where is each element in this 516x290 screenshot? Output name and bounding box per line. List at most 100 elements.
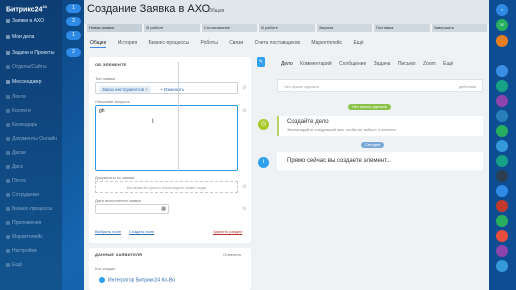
counter-badge[interactable]: 1 bbox=[66, 31, 81, 40]
stage-item[interactable]: Согласование bbox=[201, 24, 258, 32]
stage-item[interactable]: Поставка bbox=[374, 24, 430, 32]
file-dropzone[interactable]: Вы можете просто перетащить файл сюда bbox=[95, 181, 238, 193]
stage-item[interactable]: Закупка bbox=[316, 24, 373, 32]
menu-icon bbox=[6, 164, 10, 169]
rail-avatar[interactable] bbox=[496, 155, 508, 167]
counter-badge[interactable]: 3 bbox=[66, 17, 81, 26]
sidebar-item-docs-online[interactable]: Документы Онлайн bbox=[6, 135, 62, 144]
rail-avatar[interactable] bbox=[496, 125, 508, 137]
gear-icon[interactable]: ⚙ bbox=[242, 108, 246, 114]
create-activity-card[interactable]: Создайте дело Запланируйте следующий шаг… bbox=[277, 116, 483, 136]
sidebar-item-apps[interactable]: Приложения bbox=[6, 219, 62, 228]
type-tag: Заказ инструментов × bbox=[99, 86, 151, 93]
brand-logo[interactable]: Битрикс2424 bbox=[6, 4, 47, 13]
rail-avatar[interactable] bbox=[496, 110, 508, 122]
tag-remove-icon[interactable]: × bbox=[145, 87, 148, 92]
gear-icon[interactable]: ⚙ bbox=[242, 206, 246, 212]
activity-input[interactable]: Что нужно сделать действия bbox=[277, 79, 483, 92]
tab-general[interactable]: Общее bbox=[90, 40, 107, 48]
choose-field-link[interactable]: Выбрать поле bbox=[95, 229, 121, 234]
timeline-tab-zoom[interactable]: Zoom bbox=[423, 61, 436, 67]
rail-avatar[interactable] bbox=[496, 35, 508, 47]
rail-notify-icon[interactable]: ☏ bbox=[496, 19, 508, 31]
tab-history[interactable]: История bbox=[118, 40, 137, 46]
sidebar-item-messenger[interactable]: Мессенджер bbox=[6, 78, 62, 87]
tab-marketplace[interactable]: Маркетплейс bbox=[311, 40, 342, 46]
date-label: Дата выполнения заявки bbox=[95, 198, 142, 203]
timeline-tab-email[interactable]: Письмо bbox=[398, 61, 416, 67]
menu-icon bbox=[6, 178, 10, 183]
timeline-tab-message[interactable]: Сообщение bbox=[339, 61, 366, 67]
rail-avatar[interactable] bbox=[496, 95, 508, 107]
date-field[interactable]: ▦ bbox=[95, 204, 169, 214]
change-link[interactable]: + Изменить bbox=[160, 86, 184, 93]
timeline-tabs: Дело Комментарий Сообщение Задача Письмо… bbox=[281, 61, 459, 67]
timeline-tab-activity[interactable]: Дело bbox=[281, 61, 293, 67]
description-textarea[interactable]: gh I bbox=[95, 105, 238, 171]
stage-item[interactable]: Завершить bbox=[431, 24, 487, 32]
stage-item[interactable]: В работе bbox=[259, 24, 315, 32]
right-rail: ⌕ ☏ bbox=[489, 0, 516, 290]
text-cursor-icon: I bbox=[152, 119, 154, 125]
stage-item[interactable]: Новая заявка bbox=[87, 24, 143, 32]
sidebar-item-colleagues[interactable]: Коллеги bbox=[6, 107, 62, 116]
rail-avatar[interactable] bbox=[496, 80, 508, 92]
sidebar-item-mail[interactable]: Почта bbox=[6, 177, 62, 186]
rail-avatar[interactable] bbox=[496, 215, 508, 227]
rail-avatar[interactable] bbox=[496, 140, 508, 152]
type-field[interactable]: Заказ инструментов × + Изменить bbox=[95, 82, 238, 94]
tab-links[interactable]: Связи bbox=[229, 40, 243, 46]
sidebar-item-disks[interactable]: Диски bbox=[6, 149, 62, 158]
sidebar-item-calendar[interactable]: Календарь bbox=[6, 121, 62, 130]
tab-supplier-invoices[interactable]: Счета поставщиков bbox=[255, 40, 300, 46]
rail-avatar[interactable] bbox=[496, 185, 508, 197]
gear-icon[interactable]: ⚙ bbox=[242, 85, 246, 91]
sidebar-item-bizproc[interactable]: Бизнес-процессы bbox=[6, 205, 62, 214]
tab-robots[interactable]: Роботы bbox=[200, 40, 217, 46]
timeline-tab-task[interactable]: Задача bbox=[374, 61, 391, 67]
tab-more[interactable]: Ещё bbox=[353, 40, 363, 46]
sidebar-item-projects[interactable]: Задачи и Проекты bbox=[6, 49, 62, 58]
sidebar-item-sites[interactable]: Отделы/Сайты bbox=[6, 63, 62, 72]
planned-pill: Что нужно сделать bbox=[348, 104, 392, 110]
sidebar-item-more[interactable]: Ещё bbox=[6, 261, 62, 270]
docs-label: Документы по заявке bbox=[95, 175, 135, 180]
menu-icon bbox=[6, 79, 10, 84]
menu-icon bbox=[6, 34, 10, 39]
sidebar-item-settings[interactable]: Настройки bbox=[6, 247, 62, 256]
rail-avatar[interactable] bbox=[496, 65, 508, 77]
sidebar-item-requests[interactable]: Заявки в АХО bbox=[6, 17, 62, 26]
menu-icon bbox=[6, 18, 10, 23]
sidebar-item-feed[interactable]: Лента bbox=[6, 93, 62, 102]
header: Создание Заявка в АХО Общая bbox=[84, 0, 489, 24]
client-cancel-link[interactable]: Отменить bbox=[223, 252, 241, 257]
timeline-tab-more[interactable]: Ещё bbox=[443, 61, 453, 67]
rail-search-icon[interactable]: ⌕ bbox=[496, 4, 508, 16]
create-field-link[interactable]: Создать поле bbox=[129, 229, 154, 234]
stage-item[interactable]: В работе bbox=[144, 24, 200, 32]
menu-icon bbox=[6, 220, 10, 225]
left-sidebar: Битрикс2424 Заявки в АХО Мои дела Задачи… bbox=[0, 0, 62, 290]
delete-section-link[interactable]: Удалить раздел bbox=[213, 229, 242, 234]
rail-avatar[interactable] bbox=[496, 260, 508, 272]
rail-avatar[interactable] bbox=[496, 230, 508, 242]
counter-badge[interactable]: 2 bbox=[66, 48, 81, 57]
sidebar-item-marketplace[interactable]: Маркетплейс bbox=[6, 233, 62, 242]
counter-badge[interactable]: 1 bbox=[66, 4, 81, 13]
client-row[interactable]: Интегратор Битрикс24 Ко-Вя bbox=[99, 277, 175, 283]
sidebar-item-disk[interactable]: Диск bbox=[6, 163, 62, 172]
timeline-tab-comment[interactable]: Комментарий bbox=[300, 61, 332, 67]
about-card-title: ОБ ЭЛЕМЕНТЕ bbox=[95, 62, 127, 67]
activity-input-action[interactable]: действия bbox=[459, 80, 476, 93]
menu-icon bbox=[6, 136, 10, 141]
menu-icon bbox=[6, 50, 10, 55]
rail-avatar[interactable] bbox=[496, 245, 508, 257]
rail-avatar[interactable] bbox=[496, 170, 508, 182]
tab-bizproc[interactable]: Бизнес-процессы bbox=[149, 40, 190, 46]
rail-avatar[interactable] bbox=[496, 200, 508, 212]
menu-icon bbox=[6, 94, 10, 99]
sidebar-item-my-tasks[interactable]: Мои дела bbox=[6, 33, 62, 42]
sidebar-item-employees[interactable]: Сотрудники bbox=[6, 191, 62, 200]
calendar-icon[interactable]: ▦ bbox=[161, 206, 166, 212]
gear-icon[interactable]: ⚙ bbox=[242, 184, 246, 190]
